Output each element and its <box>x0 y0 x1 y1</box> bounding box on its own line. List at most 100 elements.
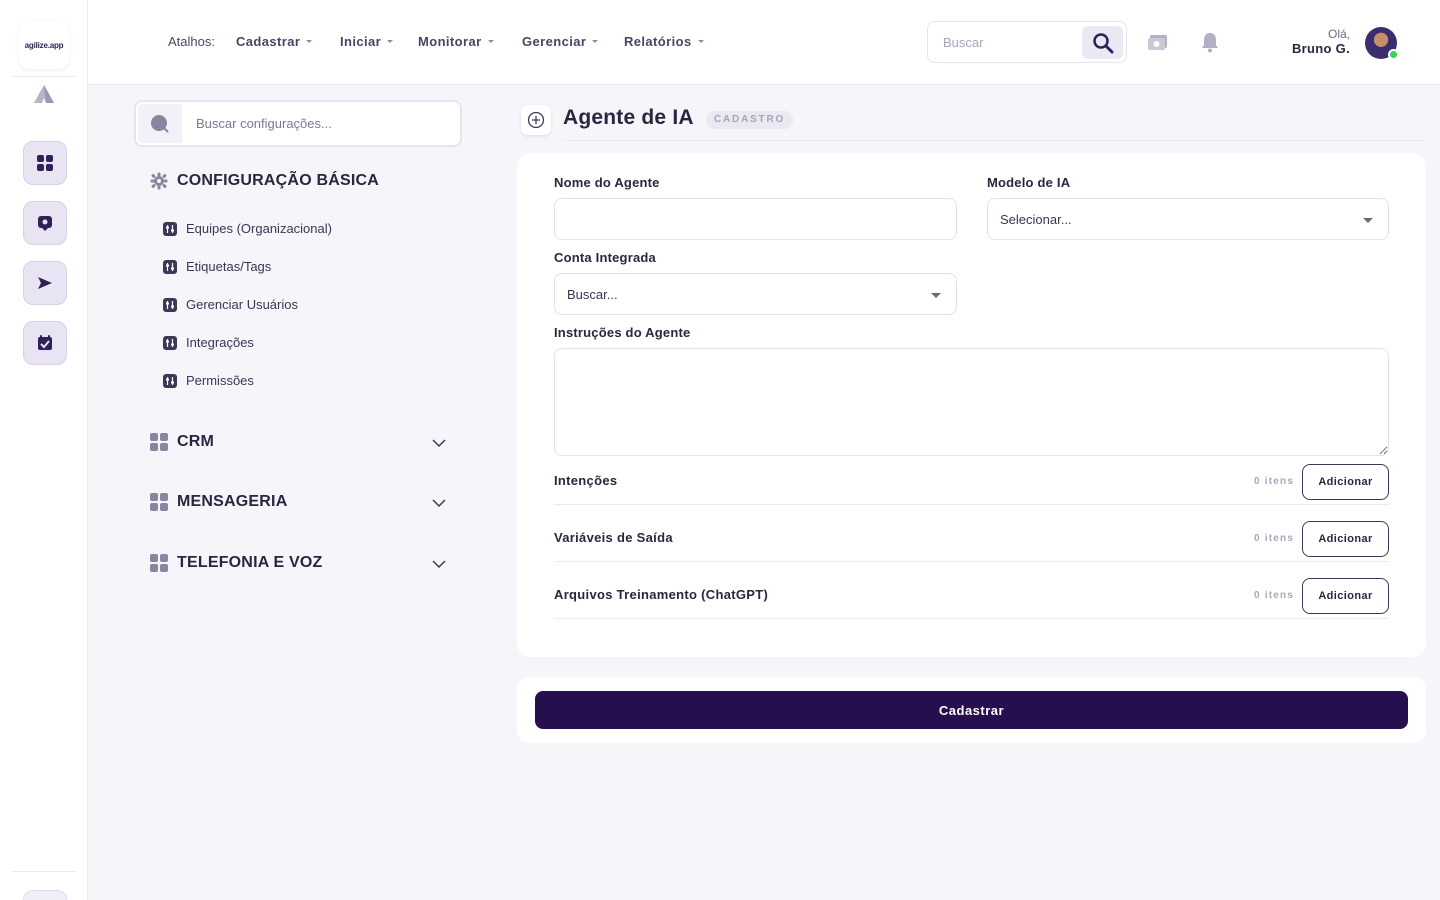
sidebar-item-label: Equipes (Organizacional) <box>186 221 332 236</box>
rail-divider <box>12 76 76 77</box>
chevron-down-icon <box>487 40 494 43</box>
chevron-down-icon[interactable] <box>432 498 446 508</box>
greeting-text: Olá, <box>1327 27 1350 41</box>
menu-label: Cadastrar <box>236 34 301 49</box>
ai-model-select[interactable]: Selecionar... <box>987 198 1389 240</box>
menu-relatorios[interactable]: Relatórios <box>624 34 704 49</box>
camera-icon[interactable] <box>1146 30 1170 54</box>
grid-icon <box>150 493 168 511</box>
calendar-check-icon <box>38 335 52 350</box>
section-title: CONFIGURAÇÃO BÁSICA <box>177 172 380 189</box>
sliders-icon <box>163 297 177 312</box>
add-output-variable-button[interactable]: Adicionar <box>1302 521 1389 557</box>
logo-text: agilize.app <box>24 40 64 50</box>
grid-icon <box>37 155 53 171</box>
rail-bottom-button[interactable] <box>23 890 67 900</box>
sliders-icon <box>163 221 177 236</box>
ai-model-label: Modelo de IA <box>987 175 1071 190</box>
rail-chat-button[interactable] <box>23 201 67 245</box>
agent-instructions-label: Instruções do Agente <box>554 325 691 340</box>
sliders-icon <box>163 259 177 274</box>
list-divider <box>554 618 1389 619</box>
menu-label: Monitorar <box>418 34 482 49</box>
sidebar-item-permissoes[interactable]: Permissões <box>163 373 254 388</box>
menu-cadastrar[interactable]: Cadastrar <box>236 34 313 49</box>
search-icon <box>151 114 169 133</box>
section-telefonia-e-voz[interactable]: TELEFONIA E VOZ <box>150 554 323 572</box>
list-divider <box>554 504 1389 505</box>
user-greeting: Olá, Bruno G. <box>1292 27 1350 56</box>
sidebar-item-label: Permissões <box>186 373 254 388</box>
search-icon-box <box>138 104 182 143</box>
gear-icon <box>150 172 168 190</box>
menu-iniciar[interactable]: Iniciar <box>340 34 394 49</box>
agent-name-input[interactable] <box>554 198 957 240</box>
top-bar: Atalhos: Cadastrar Iniciar Monitorar Ger… <box>88 0 1440 85</box>
chevron-down-icon[interactable] <box>432 438 446 448</box>
settings-search <box>134 100 462 147</box>
menu-monitorar[interactable]: Monitorar <box>418 34 494 49</box>
sidebar-item-usuarios[interactable]: Gerenciar Usuários <box>163 297 298 312</box>
training-files-count: 0 itens <box>1254 590 1295 601</box>
search-icon <box>1092 32 1113 53</box>
menu-gerenciar[interactable]: Gerenciar <box>522 34 599 49</box>
output-variables-title: Variáveis de Saída <box>554 530 673 545</box>
output-variables-count: 0 itens <box>1254 533 1295 544</box>
integrated-account-label: Conta Integrada <box>554 250 656 265</box>
rail-divider <box>12 871 76 872</box>
section-title: TELEFONIA E VOZ <box>177 554 323 571</box>
chevron-down-icon <box>306 40 313 43</box>
global-search <box>927 21 1127 63</box>
chevron-down-icon[interactable] <box>432 559 446 569</box>
sidebar-item-integracoes[interactable]: Integrações <box>163 335 254 350</box>
ai-model-value: Selecionar... <box>1000 211 1072 227</box>
settings-search-input[interactable] <box>184 104 458 143</box>
integrated-account-value: Buscar... <box>567 286 618 302</box>
sidebar-item-etiquetas[interactable]: Etiquetas/Tags <box>163 259 271 274</box>
chevron-down-icon <box>697 40 704 43</box>
agent-instructions-textarea[interactable] <box>554 348 1389 456</box>
send-icon <box>38 277 52 289</box>
sliders-icon <box>163 335 177 350</box>
section-configuracao-basica[interactable]: CONFIGURAÇÃO BÁSICA <box>150 172 379 190</box>
sidebar-item-label: Gerenciar Usuários <box>186 297 298 312</box>
page-title: Agente de IA <box>563 106 694 129</box>
global-search-button[interactable] <box>1082 26 1123 59</box>
sidebar-item-equipes[interactable]: Equipes (Organizacional) <box>163 221 332 236</box>
add-training-file-button[interactable]: Adicionar <box>1302 578 1389 614</box>
sliders-icon <box>163 373 177 388</box>
chevron-down-icon <box>592 40 599 43</box>
plus-circle-icon <box>527 111 545 129</box>
section-title: MENSAGERIA <box>177 493 288 510</box>
bell-icon[interactable] <box>1198 30 1222 54</box>
caret-down-icon <box>1363 218 1373 223</box>
caret-down-icon <box>931 293 941 298</box>
integrated-account-select[interactable]: Buscar... <box>554 273 957 315</box>
app-logo[interactable]: agilize.app <box>19 21 69 69</box>
grid-icon <box>150 433 168 451</box>
status-badge: CADASTRO <box>706 111 794 129</box>
title-divider <box>563 140 1426 141</box>
rail-calendar-button[interactable] <box>23 321 67 365</box>
menu-label: Iniciar <box>340 34 382 49</box>
left-rail: agilize.app <box>0 0 88 900</box>
online-status-icon <box>1388 49 1399 60</box>
section-crm[interactable]: CRM <box>150 433 214 451</box>
shortcuts-label: Atalhos: <box>168 34 215 49</box>
submit-button[interactable]: Cadastrar <box>535 691 1408 729</box>
add-new-button[interactable] <box>521 105 551 135</box>
chat-icon <box>38 216 52 231</box>
rail-dashboard-button[interactable] <box>23 141 67 185</box>
user-name: Bruno G. <box>1291 41 1350 56</box>
sidebar-item-label: Integrações <box>186 335 254 350</box>
triangle-logo-icon[interactable] <box>32 83 56 105</box>
list-divider <box>554 561 1389 562</box>
menu-label: Gerenciar <box>522 34 587 49</box>
add-intent-button[interactable]: Adicionar <box>1302 464 1389 500</box>
global-search-input[interactable] <box>928 22 1078 62</box>
section-mensageria[interactable]: MENSAGERIA <box>150 493 287 511</box>
section-title: CRM <box>177 433 215 450</box>
training-files-title: Arquivos Treinamento (ChatGPT) <box>554 587 769 602</box>
rail-send-button[interactable] <box>23 261 67 305</box>
intents-count: 0 itens <box>1254 476 1295 487</box>
